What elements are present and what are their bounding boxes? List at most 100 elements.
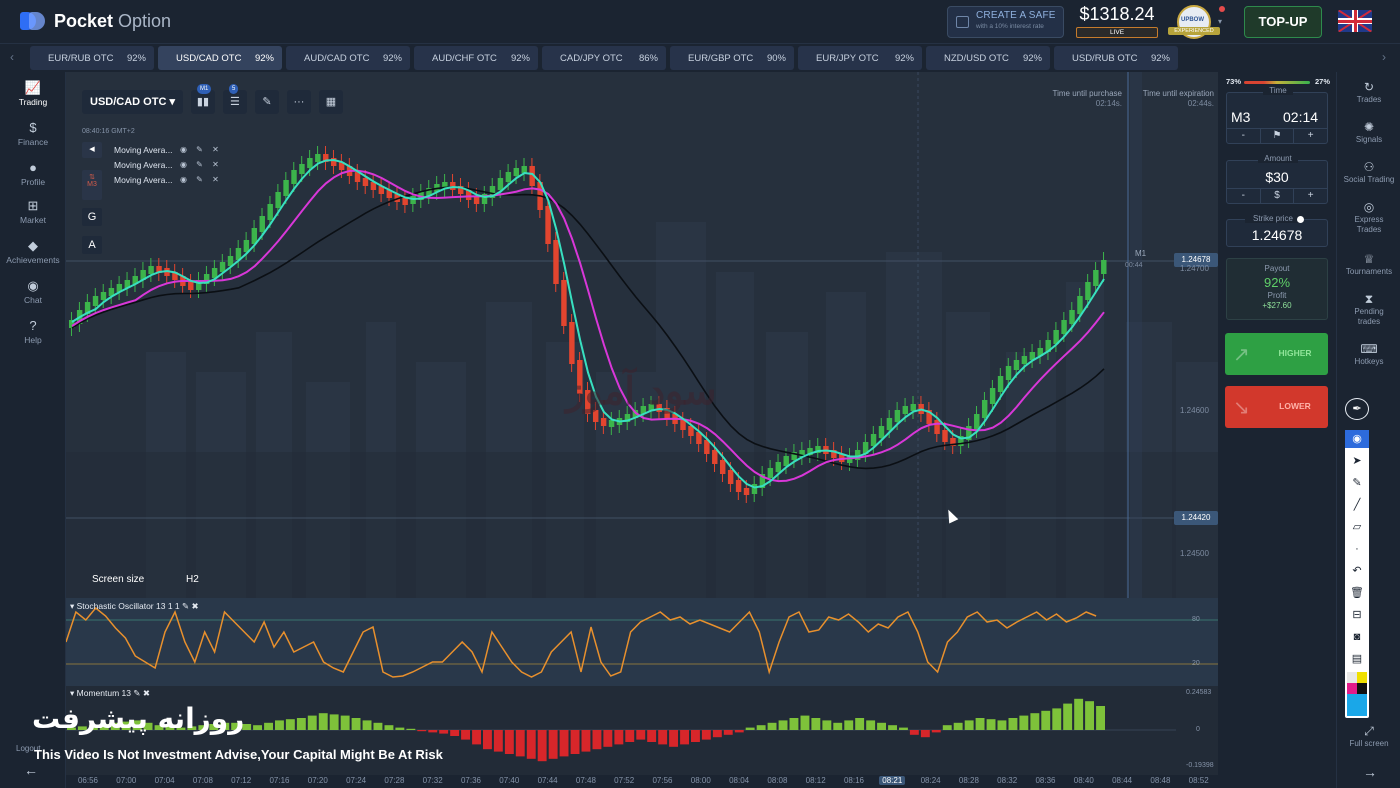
fullscreen-button[interactable]: ⤢ Full screen [1337,724,1400,749]
sidebar-item-help[interactable]: ? Help [0,318,66,345]
tab-aud-cad-otc[interactable]: AUD/CAD OTC 92% [286,46,410,70]
a-button[interactable]: A [82,236,102,254]
time-frame[interactable]: M3 [1231,109,1250,125]
chart-type-button[interactable]: M1 ▮▮ [190,84,215,114]
indicator-row[interactable]: Moving Avera... ◉ ✎ ✕ [82,142,220,157]
indicators-button[interactable]: 5 ☰ [222,84,247,114]
tab-cad-jpy-otc[interactable]: CAD/JPY OTC 86% [542,46,666,70]
tab-usd-cad-otc[interactable]: USD/CAD OTC 92% [158,46,282,70]
momentum-bar [362,720,372,730]
tag-icon[interactable]: ✎ [1345,474,1369,492]
momentum-label[interactable]: ▾ Momentum 13 ✎ ✖ [70,688,150,699]
language-flag-icon[interactable] [1338,10,1372,32]
menu-item-signals[interactable]: ✺ Signals [1337,120,1400,145]
menu-item-express-trades[interactable]: ◎ Express Trades [1337,200,1400,235]
time-tick-label: 07:48 [575,776,596,785]
tab-eur-jpy-otc[interactable]: EUR/JPY OTC 92% [798,46,922,70]
g-button[interactable]: G [82,208,102,226]
higher-button[interactable]: ↗ HIGHER [1225,333,1328,375]
amount-box[interactable]: Amount $30 - $ + [1226,154,1328,204]
camera-icon[interactable]: ◙ [1345,628,1369,646]
amount-value[interactable]: $30 [1227,169,1327,185]
momentum-bar [855,718,865,730]
basket-icon[interactable]: ⊟ [1345,606,1369,624]
time-axis: 06:56 07:00 07:04 07:08 07:12 07:16 07:20 07:24… [66,775,1218,788]
lower-button[interactable]: ↘ LOWER [1225,386,1328,428]
price-marker-tag[interactable]: 1.24420 [1174,511,1218,525]
menu-item-pending-trades[interactable]: ⧗ Pending trades [1337,292,1400,327]
undo-icon[interactable]: ↶ [1345,562,1369,580]
candle [934,420,940,434]
flag-icon[interactable]: ⚑ [1261,129,1295,143]
status-badge: EXPERIENCED [1168,27,1220,35]
brand-logo[interactable]: Pocket Option [20,10,171,32]
candle [974,414,980,430]
balance-value: $1318.24 [1079,4,1155,24]
menu-item-social-trading[interactable]: ⚇ Social Trading [1337,160,1400,185]
momentum-bar [1008,718,1018,730]
color-palette[interactable] [1347,672,1367,716]
menu-item-tournaments[interactable]: ♕ Tournaments [1337,252,1400,277]
ruler-icon[interactable]: ▱ [1345,518,1369,536]
sliders-icon: ☰ [230,96,240,108]
candle [1101,260,1107,274]
tab-eur-gbp-otc[interactable]: EUR/GBP OTC 90% [670,46,794,70]
back-arrow-icon[interactable]: ← [24,762,38,778]
time-plus-button[interactable]: + [1294,129,1327,143]
tabs-left-arrow-icon[interactable]: ‹ [10,50,14,64]
candle [600,418,607,426]
line-icon[interactable]: ╱ [1345,496,1369,514]
menu-item-hotkeys[interactable]: ⌨ Hotkeys [1337,342,1400,367]
tabs-right-arrow-icon[interactable]: › [1382,50,1386,64]
cursor-icon[interactable]: ➤ [1345,452,1369,470]
tab-aud-chf-otc[interactable]: AUD/CHF OTC 92% [414,46,538,70]
sidebar-item-trading[interactable]: 📈 Trading [0,80,66,107]
chevron-down-icon[interactable]: ▾ [1218,17,1222,26]
eye-icon[interactable]: ◉ [1345,430,1369,448]
tab-usd-rub-otc[interactable]: USD/RUB OTC 92% [1054,46,1178,70]
indicator-row[interactable]: Moving Avera... ◉ ✎ ✕ [82,157,220,172]
sidebar-item-profile[interactable]: ● Profile [0,160,66,187]
strike-toggle-icon[interactable] [1297,216,1304,223]
drawing-button[interactable]: ✎ [254,90,279,114]
dot-icon[interactable]: · [1345,540,1369,558]
momentum-bar [581,730,591,752]
tab-nzd-usd-otc[interactable]: NZD/USD OTC 92% [926,46,1050,70]
time-value[interactable]: 02:14 [1283,109,1318,125]
asset-selector[interactable]: USD/CAD OTC ▾ [82,90,183,114]
amount-plus-button[interactable]: + [1294,189,1327,203]
balance-display[interactable]: $1318.24 LIVE [1076,4,1158,38]
collapse-indicators-button[interactable]: ◀ [82,142,102,158]
top-up-button[interactable]: TOP-UP [1244,6,1322,38]
candle [100,292,107,300]
screen-size-label[interactable]: Screen size [92,574,144,585]
menu-item-trades[interactable]: ↻ Trades [1337,80,1400,105]
sidebar-item-market[interactable]: ⊞ Market [0,198,66,225]
keyboard-icon: ⌨ [1360,342,1378,356]
sidebar-item-achievements[interactable]: ◆ Achievements [0,238,66,265]
time-minus-button[interactable]: - [1227,129,1261,143]
trading-chart[interactable]: سود آموز USD/CAD OTC ▾ M1 ▮▮ 5 ☰ ✎ ··· ▦ 0… [32,72,1218,788]
currency-button[interactable]: $ [1261,189,1295,203]
tab-eur-rub-otc[interactable]: EUR/RUB OTC 92% [30,46,154,70]
indicator-row[interactable]: Moving Avera... ◉ ✎ ✕ [82,172,220,187]
stochastic-label[interactable]: ▾ Stochastic Oscillator 13 1 1 ✎ ✖ [70,601,199,612]
create-safe-button[interactable]: CREATE A SAFE with a 10% interest rate [947,6,1064,38]
sidebar-item-finance[interactable]: $ Finance [0,120,66,147]
layout-button[interactable]: ▦ [318,90,343,114]
timeframe-selector[interactable]: H2 [186,574,199,585]
clipboard-icon[interactable]: ▤ [1345,650,1369,668]
amount-minus-button[interactable]: - [1227,189,1261,203]
timeframe-marker: M1 [1135,249,1147,258]
trash-icon[interactable]: 🗑 [1345,584,1369,602]
close-icon: ✖ [191,601,199,611]
expiry-tag[interactable]: ⇅ M3 [82,170,102,200]
strike-price-box[interactable]: Strike price 1.24678 [1226,214,1328,247]
momentum-bar [888,725,897,730]
pen-tool-icon[interactable]: ✒ [1345,398,1369,420]
more-button[interactable]: ··· [286,90,311,114]
sidebar-item-chat[interactable]: ◉ Chat [0,278,66,305]
chart-canvas[interactable] [66,72,1218,788]
time-box[interactable]: Time M3 02:14 - ⚑ + [1226,86,1328,144]
forward-arrow-icon[interactable]: → [1363,764,1377,780]
